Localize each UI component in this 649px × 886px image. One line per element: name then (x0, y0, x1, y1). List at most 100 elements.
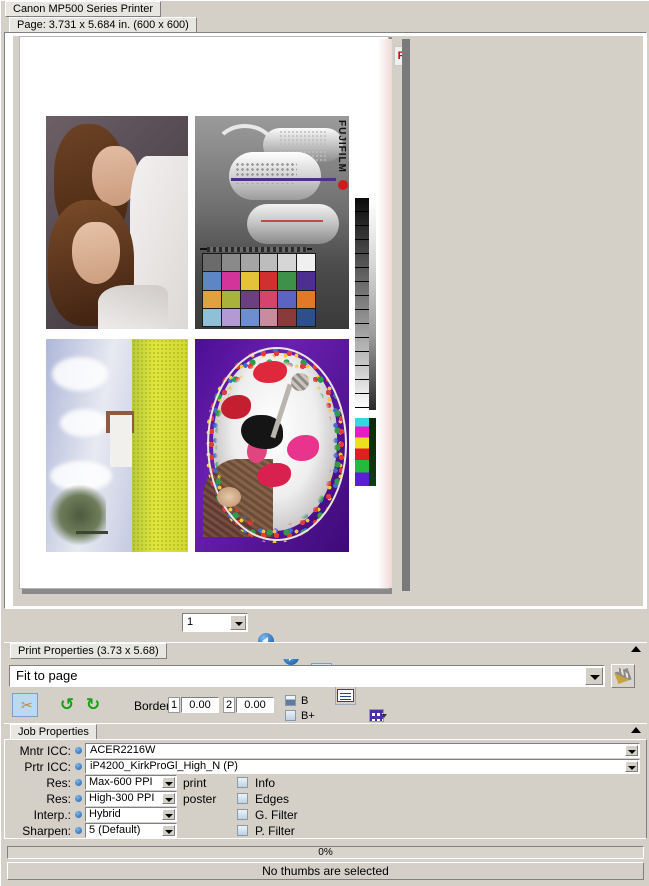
house-shape (110, 415, 132, 467)
photo-fujifilm-technical[interactable]: FUJIFILM (195, 116, 349, 329)
page-info-label: Page: 3.731 x 5.684 in. (600 x 600) (9, 17, 197, 33)
colorchecker-patch-3-1 (221, 308, 240, 326)
colorchecker-patch-3-2 (240, 308, 259, 326)
photo-two-girls[interactable] (46, 116, 188, 329)
colorchecker-patch-0-0 (203, 254, 221, 272)
collapse-icon[interactable] (631, 646, 641, 652)
preview-divider (402, 39, 410, 591)
print-layout-area: FUJIFILM (39, 56, 376, 568)
interp-indicator[interactable] (75, 811, 82, 818)
interp-select[interactable]: Hybrid (85, 807, 177, 822)
fujifilm-brand-text: FUJIFILM (336, 120, 347, 173)
res-print-dropdown-arrow[interactable] (162, 777, 175, 788)
job-properties-tab[interactable]: Job Properties (10, 724, 97, 740)
printer-tab[interactable]: Canon MP500 Series Printer (5, 1, 162, 17)
print-preview-panel[interactable]: FUJIFILM F (4, 32, 647, 609)
page-sheet[interactable]: FUJIFILM (19, 36, 392, 589)
res-print-select[interactable]: Max-600 PPI (85, 775, 177, 790)
prtr-icc-label: Prtr ICC: (24, 760, 71, 774)
print-properties-header: Print Properties (3.73 x 5.68) (4, 642, 647, 659)
preview-canvas[interactable]: FUJIFILM F (13, 36, 643, 606)
colorchecker-patch-2-3 (259, 290, 278, 308)
step-wedge-ticks (355, 198, 369, 410)
interp-dropdown-arrow[interactable] (162, 809, 175, 820)
rotate-cw-button[interactable]: ↻ (82, 695, 104, 715)
res-poster-select[interactable]: High-300 PPI (85, 791, 177, 806)
photo-landscape-field[interactable] (46, 339, 188, 552)
red-reference-line (261, 220, 323, 222)
prtr-icc-indicator[interactable] (75, 763, 82, 770)
res-poster-dropdown-arrow[interactable] (162, 793, 175, 804)
checkbox-bplus-label: B+ (301, 710, 315, 722)
checkbox-edges-label: Edges (255, 792, 290, 806)
colorchecker-patch-1-4 (278, 272, 297, 290)
prtr-icc-field[interactable]: iP4200_KirkProGl_High_N (P) (85, 759, 640, 774)
sharpen-indicator[interactable] (75, 827, 82, 834)
mntr-icc-indicator[interactable] (75, 747, 82, 754)
print-properties-tab[interactable]: Print Properties (3.73 x 5.68) (10, 643, 167, 659)
fit-mode-combo[interactable]: Fit to page (9, 665, 605, 687)
collapse-icon-2[interactable] (631, 727, 641, 733)
res-poster-indicator[interactable] (75, 795, 82, 802)
colorchecker-patch-1-1 (221, 272, 240, 290)
fit-mode-value: Fit to page (16, 668, 78, 683)
border-index-1: 1 (168, 697, 180, 713)
colorchecker-patch-0-4 (278, 254, 297, 272)
page-number-value: 1 (187, 616, 194, 628)
checkbox-p-filter[interactable] (237, 825, 248, 836)
border-index-2: 2 (223, 697, 235, 713)
border-value-1[interactable]: 0.00 (181, 697, 219, 713)
cloud-shape-1 (52, 357, 108, 391)
colorchecker-patch-0-1 (221, 254, 240, 272)
sharpen-label: Sharpen: (22, 824, 71, 838)
photo-rose-petals[interactable] (195, 339, 349, 552)
colorchecker-patch-3-0 (203, 308, 221, 326)
colorchecker-grid (202, 253, 316, 327)
checkbox-b[interactable] (285, 695, 296, 706)
checkbox-info-label: Info (255, 776, 276, 790)
egg-shape (217, 487, 241, 507)
fujifilm-logo-mark (338, 180, 348, 190)
tree-shape (48, 484, 106, 546)
job-properties-body: Mntr ICC: ACER2216W Prtr ICC: iP4200_Kir… (4, 739, 647, 839)
color-bars-label-strip (369, 418, 376, 486)
prtr-icc-dropdown-arrow[interactable] (625, 761, 638, 772)
mntr-icc-field[interactable]: ACER2216W (85, 743, 640, 758)
scissors-icon: ✂ (21, 697, 33, 713)
fit-mode-dropdown-arrow[interactable] (585, 667, 603, 685)
status-message: No thumbs are selected (262, 864, 389, 878)
colorchecker-patch-1-0 (203, 272, 221, 290)
checkbox-edges[interactable] (237, 793, 248, 804)
colorchecker-patch-0-5 (297, 254, 315, 272)
colorchecker-label-strip (207, 247, 307, 252)
shirt-shape-2 (98, 285, 168, 329)
res-print-suffix: print (183, 776, 207, 790)
checkbox-b-label: B (301, 695, 309, 707)
mntr-icc-label: Mntr ICC: (19, 744, 71, 758)
crop-button[interactable]: ✂ (12, 693, 38, 717)
application-window: Canon MP500 Series Printer Page: 3.731 x… (0, 0, 649, 886)
checkbox-g-filter[interactable] (237, 809, 248, 820)
colorchecker-patch-1-2 (240, 272, 259, 290)
colorchecker-patch-2-0 (203, 290, 221, 308)
res-print-indicator[interactable] (75, 779, 82, 786)
rotate-ccw-button[interactable]: ↺ (56, 695, 78, 715)
mntr-icc-dropdown-arrow[interactable] (625, 745, 638, 756)
colorchecker-patch-3-5 (297, 308, 315, 326)
colorchecker-patch-2-2 (240, 290, 259, 308)
colorchecker-patch-1-5 (297, 272, 315, 290)
colorchecker-patch-2-1 (221, 290, 240, 308)
checkbox-bplus[interactable] (285, 710, 296, 721)
color-bars (355, 418, 369, 486)
checkbox-info[interactable] (237, 777, 248, 788)
border-value-2[interactable]: 0.00 (236, 697, 274, 713)
cloud-shape-2 (60, 409, 108, 437)
sharpen-select[interactable]: 5 (Default) (85, 823, 177, 838)
sharpen-dropdown-arrow[interactable] (162, 825, 175, 836)
page-number-dropdown-arrow[interactable] (230, 615, 246, 630)
checkbox-g-filter-label: G. Filter (255, 808, 298, 822)
face-shape-2 (72, 222, 120, 284)
page-number-spinner[interactable]: 1 (182, 613, 248, 632)
colorchecker-patch-3-3 (259, 308, 278, 326)
print-tools-button[interactable] (611, 664, 635, 688)
